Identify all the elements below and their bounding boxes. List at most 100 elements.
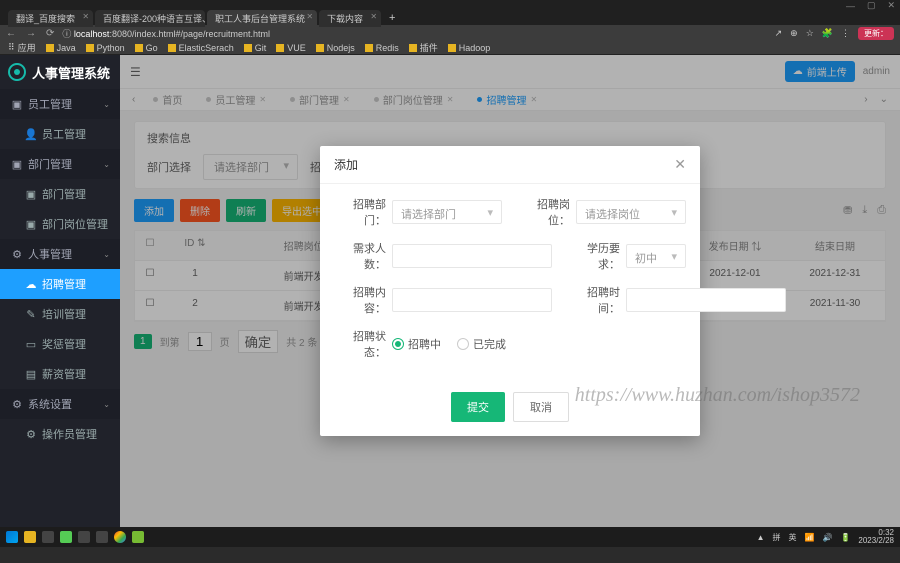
sidebar-item-system[interactable]: ⚙系统设置⌄ xyxy=(0,389,120,419)
menu-icon[interactable]: ⋮ xyxy=(841,28,850,39)
bookmark-item[interactable]: Hadoop xyxy=(448,43,491,53)
taskbar-app-icon[interactable] xyxy=(60,531,72,543)
gear-icon: ⚙ xyxy=(12,249,22,259)
taskbar-app-icon[interactable] xyxy=(42,531,54,543)
window-close-icon[interactable]: ✕ xyxy=(887,0,895,11)
logo-icon xyxy=(8,63,26,81)
modal-title: 添加 xyxy=(334,156,358,173)
tab-close-icon[interactable]: ✕ xyxy=(194,12,201,21)
url-field[interactable]: ⓘ localhost:8080/index.html#/page/recrui… xyxy=(62,27,766,40)
form-time-label: 招聘时间： xyxy=(568,284,620,316)
share-icon[interactable]: ↗ xyxy=(775,28,783,39)
sidebar-item-operator[interactable]: ⚙操作员管理 xyxy=(0,419,120,449)
form-job-select[interactable]: 请选择岗位 xyxy=(576,200,686,224)
sidebar-item-salary[interactable]: ▤薪资管理 xyxy=(0,359,120,389)
bookmark-item[interactable]: 插件 xyxy=(409,41,438,54)
sidebar: 人事管理系统 ▣员工管理⌄ 👤员工管理 ▣部门管理⌄ ▣部门管理 ▣部门岗位管理… xyxy=(0,55,120,527)
status-radio-recruiting[interactable]: 招聘中 xyxy=(392,336,441,352)
chevron-down-icon: ⌄ xyxy=(103,400,110,409)
taskbar-app-icon[interactable] xyxy=(78,531,90,543)
form-status-label: 招聘状态： xyxy=(334,328,386,360)
monitor-icon: ▭ xyxy=(26,339,36,349)
sidebar-item-hr[interactable]: ⚙人事管理⌄ xyxy=(0,239,120,269)
grid-icon: ▣ xyxy=(12,159,22,169)
volume-icon[interactable]: 🔊 xyxy=(822,533,832,542)
tray-icon[interactable]: ▲ xyxy=(757,533,765,542)
form-dept-select[interactable]: 请选择部门 xyxy=(392,200,502,224)
back-icon[interactable]: ← xyxy=(6,28,16,39)
star-icon[interactable]: ☆ xyxy=(806,28,814,39)
window-maximize-icon[interactable]: ▢ xyxy=(867,0,876,11)
form-edu-select[interactable]: 初中 xyxy=(626,244,686,268)
status-radio-done[interactable]: 已完成 xyxy=(457,336,506,352)
bookmark-item[interactable]: Python xyxy=(86,43,125,53)
browser-tabstrip: 翻译_百度搜索✕ 百度翻译-200种语言互译、海量✕ 职工人事后台管理系统✕ 下… xyxy=(0,11,900,25)
browser-tab[interactable]: 下载内容✕ xyxy=(319,10,381,27)
sidebar-item-dept-mgmt[interactable]: ▣部门管理 xyxy=(0,179,120,209)
form-count-input[interactable] xyxy=(392,244,552,268)
list-icon: ▤ xyxy=(26,369,36,379)
add-modal: 添加 ✕ 招聘部门： 请选择部门 招聘岗位： 请选择岗位 需求人数： xyxy=(320,146,700,436)
sidebar-item-employee[interactable]: ▣员工管理⌄ xyxy=(0,89,120,119)
taskbar-app-icon[interactable] xyxy=(96,531,108,543)
wifi-icon[interactable]: 📶 xyxy=(805,533,815,542)
sidebar-item-employee-mgmt[interactable]: 👤员工管理 xyxy=(0,119,120,149)
clock[interactable]: 0:32 2023/2/28 xyxy=(858,529,894,545)
taskbar-app-icon[interactable] xyxy=(132,531,144,543)
update-button[interactable]: 更新： xyxy=(858,27,894,40)
bookmarks-bar: ⠿ 应用 Java Python Go ElasticSerach Git VU… xyxy=(0,41,900,55)
user-icon: 👤 xyxy=(26,129,36,139)
chevron-down-icon: ⌄ xyxy=(103,250,110,259)
taskbar: ▲ 拼 英 📶 🔊 🔋 0:32 2023/2/28 xyxy=(0,527,900,547)
form-content-label: 招聘内容： xyxy=(334,284,386,316)
tab-close-icon[interactable]: ✕ xyxy=(306,12,313,21)
chevron-down-icon: ⌄ xyxy=(103,160,110,169)
browser-tab[interactable]: 百度翻译-200种语言互译、海量✕ xyxy=(95,10,205,27)
cancel-button[interactable]: 取消 xyxy=(513,392,569,422)
forward-icon[interactable]: → xyxy=(26,28,36,39)
tray-icon[interactable]: 拼 xyxy=(773,532,781,543)
sidebar-item-training[interactable]: ✎培训管理 xyxy=(0,299,120,329)
submit-button[interactable]: 提交 xyxy=(451,392,505,422)
bookmark-item[interactable]: ElasticSerach xyxy=(168,43,234,53)
tab-close-icon[interactable]: ✕ xyxy=(82,12,89,21)
apps-icon[interactable]: ⠿ 应用 xyxy=(8,41,36,54)
form-job-label: 招聘岗位： xyxy=(518,196,570,228)
sidebar-item-dept[interactable]: ▣部门管理⌄ xyxy=(0,149,120,179)
bookmark-item[interactable]: Java xyxy=(46,43,76,53)
sidebar-item-reward[interactable]: ▭奖惩管理 xyxy=(0,329,120,359)
form-edu-label: 学历要求： xyxy=(568,240,620,272)
form-time-input[interactable] xyxy=(626,288,786,312)
browser-addressbar: ← → ⟳ ⓘ localhost:8080/index.html#/page/… xyxy=(0,25,900,41)
reload-icon[interactable]: ⟳ xyxy=(46,28,54,39)
chevron-down-icon: ⌄ xyxy=(103,100,110,109)
edit-icon: ✎ xyxy=(26,309,36,319)
bookmark-item[interactable]: Nodejs xyxy=(316,43,355,53)
sidebar-item-recruitment[interactable]: ☁招聘管理 xyxy=(0,269,120,299)
new-tab-button[interactable]: + xyxy=(383,12,401,24)
radio-unchecked-icon xyxy=(457,338,469,350)
form-dept-label: 招聘部门： xyxy=(334,196,386,228)
tab-close-icon[interactable]: ✕ xyxy=(370,12,377,21)
gear-icon: ⚙ xyxy=(12,399,22,409)
start-icon[interactable] xyxy=(6,531,18,543)
extension-icon[interactable]: 🧩 xyxy=(822,28,833,39)
grid-icon: ▣ xyxy=(12,99,22,109)
taskbar-app-icon[interactable] xyxy=(114,531,126,543)
browser-tab[interactable]: 职工人事后台管理系统✕ xyxy=(207,10,317,27)
sidebar-item-dept-post[interactable]: ▣部门岗位管理 xyxy=(0,209,120,239)
bookmark-item[interactable]: Redis xyxy=(365,43,399,53)
app-logo: 人事管理系统 xyxy=(0,55,120,89)
battery-icon[interactable]: 🔋 xyxy=(840,533,850,542)
browser-tab[interactable]: 翻译_百度搜索✕ xyxy=(8,10,93,27)
form-content-input[interactable] xyxy=(392,288,552,312)
tray-icon[interactable]: 英 xyxy=(789,532,797,543)
translate-icon[interactable]: ⊕ xyxy=(790,28,798,39)
window-minimize-icon[interactable]: — xyxy=(846,1,855,11)
grid-icon: ▣ xyxy=(26,189,36,199)
taskbar-app-icon[interactable] xyxy=(24,531,36,543)
bookmark-item[interactable]: Go xyxy=(135,43,158,53)
modal-close-icon[interactable]: ✕ xyxy=(674,156,686,173)
bookmark-item[interactable]: Git xyxy=(244,43,267,53)
bookmark-item[interactable]: VUE xyxy=(276,43,306,53)
